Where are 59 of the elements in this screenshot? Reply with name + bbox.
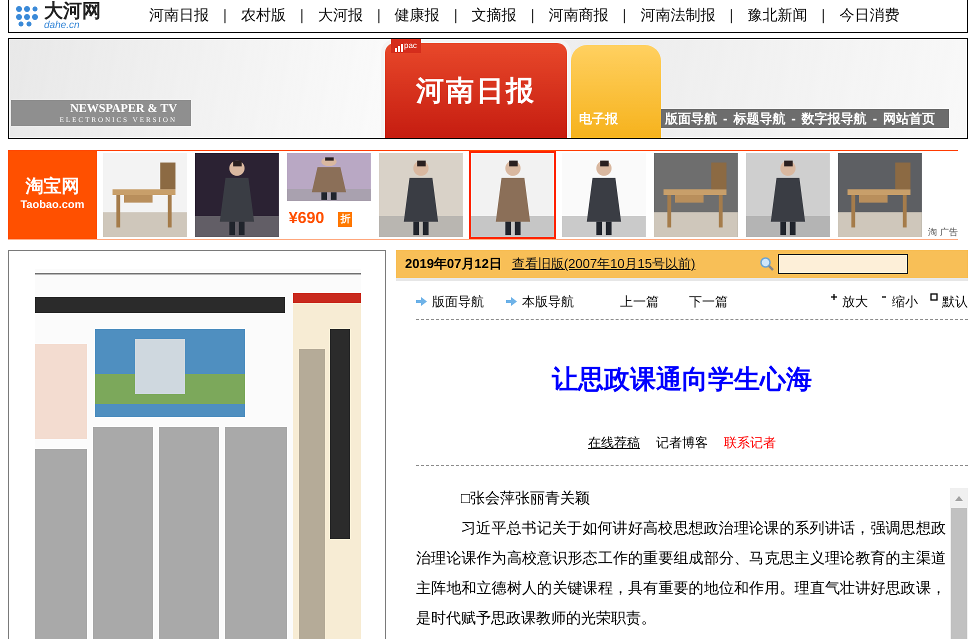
pager-link[interactable]: 上一篇 (620, 292, 659, 312)
separator: | (622, 6, 626, 26)
separator: - (723, 110, 728, 128)
logo-subtext: dahe.cn (44, 20, 80, 30)
square-icon (930, 293, 938, 302)
scrollbar[interactable] (950, 488, 968, 639)
separator: | (454, 6, 458, 26)
banner-link[interactable]: 网站首页 (883, 108, 936, 128)
archive-link[interactable]: 查看旧版(2007年10月15号以前) (512, 254, 696, 274)
nav-link[interactable]: 豫北新闻 (733, 4, 822, 28)
logo-text: 大河网 (44, 2, 101, 20)
arrow-icon (416, 297, 427, 306)
separator: | (376, 6, 381, 26)
search-field[interactable] (778, 254, 908, 274)
nav-link[interactable]: 农村版 (226, 4, 300, 28)
price-text: ¥690 (288, 209, 324, 229)
nav-link[interactable]: 健康报 (380, 4, 454, 28)
ad-mark: 淘 (928, 226, 938, 238)
scroll-thumb[interactable] (951, 508, 967, 639)
date-text: 2019年07月12日 (405, 255, 502, 274)
nav-link[interactable]: 文摘报 (458, 4, 531, 28)
separator: - (791, 110, 796, 128)
action-link[interactable]: 联系记者 (724, 433, 776, 452)
action-link[interactable]: 在线荐稿 (588, 433, 640, 452)
nav-link[interactable]: 版面导航 (416, 292, 484, 312)
action-link[interactable]: 记者博客 (656, 433, 708, 452)
separator: | (729, 6, 734, 26)
separator: - (872, 110, 878, 128)
tab-label: pac (391, 39, 421, 53)
zoom-link[interactable]: 放大 (830, 292, 868, 312)
article-title: 让思政课通向学生心海 (550, 363, 813, 396)
byline: □张会萍张丽青关颖 (460, 488, 592, 508)
subtitle-panel: 电子报 (571, 45, 661, 138)
banner-link[interactable]: 数字报导航 (802, 108, 867, 128)
banner-link[interactable]: 标题导航 (733, 108, 786, 128)
plus-icon (830, 293, 838, 302)
ad-label: 广告 (940, 226, 958, 238)
separator: | (223, 6, 227, 26)
nav-link[interactable]: 河南法制报 (626, 4, 730, 28)
separator: | (821, 6, 826, 26)
separator: | (530, 6, 535, 26)
bars-icon (395, 44, 403, 52)
separator: | (300, 6, 304, 26)
nav-link[interactable]: 河南日报 (135, 4, 223, 28)
banner-link[interactable]: 版面导航 (665, 108, 717, 128)
nav-link[interactable]: 今日消费 (825, 4, 914, 28)
arrow-icon (506, 297, 517, 306)
pager-link[interactable]: 下一篇 (689, 292, 728, 312)
nav-link[interactable]: 本版导航 (506, 292, 574, 312)
banner-tagline: NEWSPAPER & TV (69, 102, 177, 116)
nav-link[interactable]: 河南商报 (534, 4, 623, 28)
discount-tag: 折 (338, 212, 352, 226)
banner-title: 河南日报 (416, 74, 536, 108)
logo-icon (15, 5, 41, 27)
search-icon[interactable] (760, 257, 774, 271)
article-paragraph: 习近平总书记关于如何讲好高校思想政治理论课的系列讲话，强调思想政治理论课作为高校意识形态工作的重要组成部分、马克思主义理论教育的主渠道主阵地和立德树人的关键课程，具有重要的地位和作用。理直气壮讲好思政课，是时代赋予思政课教师的光荣职责。 (416, 518, 946, 628)
zoom-link[interactable]: 默认 (930, 292, 968, 312)
zoom-link[interactable]: 缩小 (880, 292, 918, 312)
nav-link[interactable]: 大河报 (304, 4, 377, 28)
